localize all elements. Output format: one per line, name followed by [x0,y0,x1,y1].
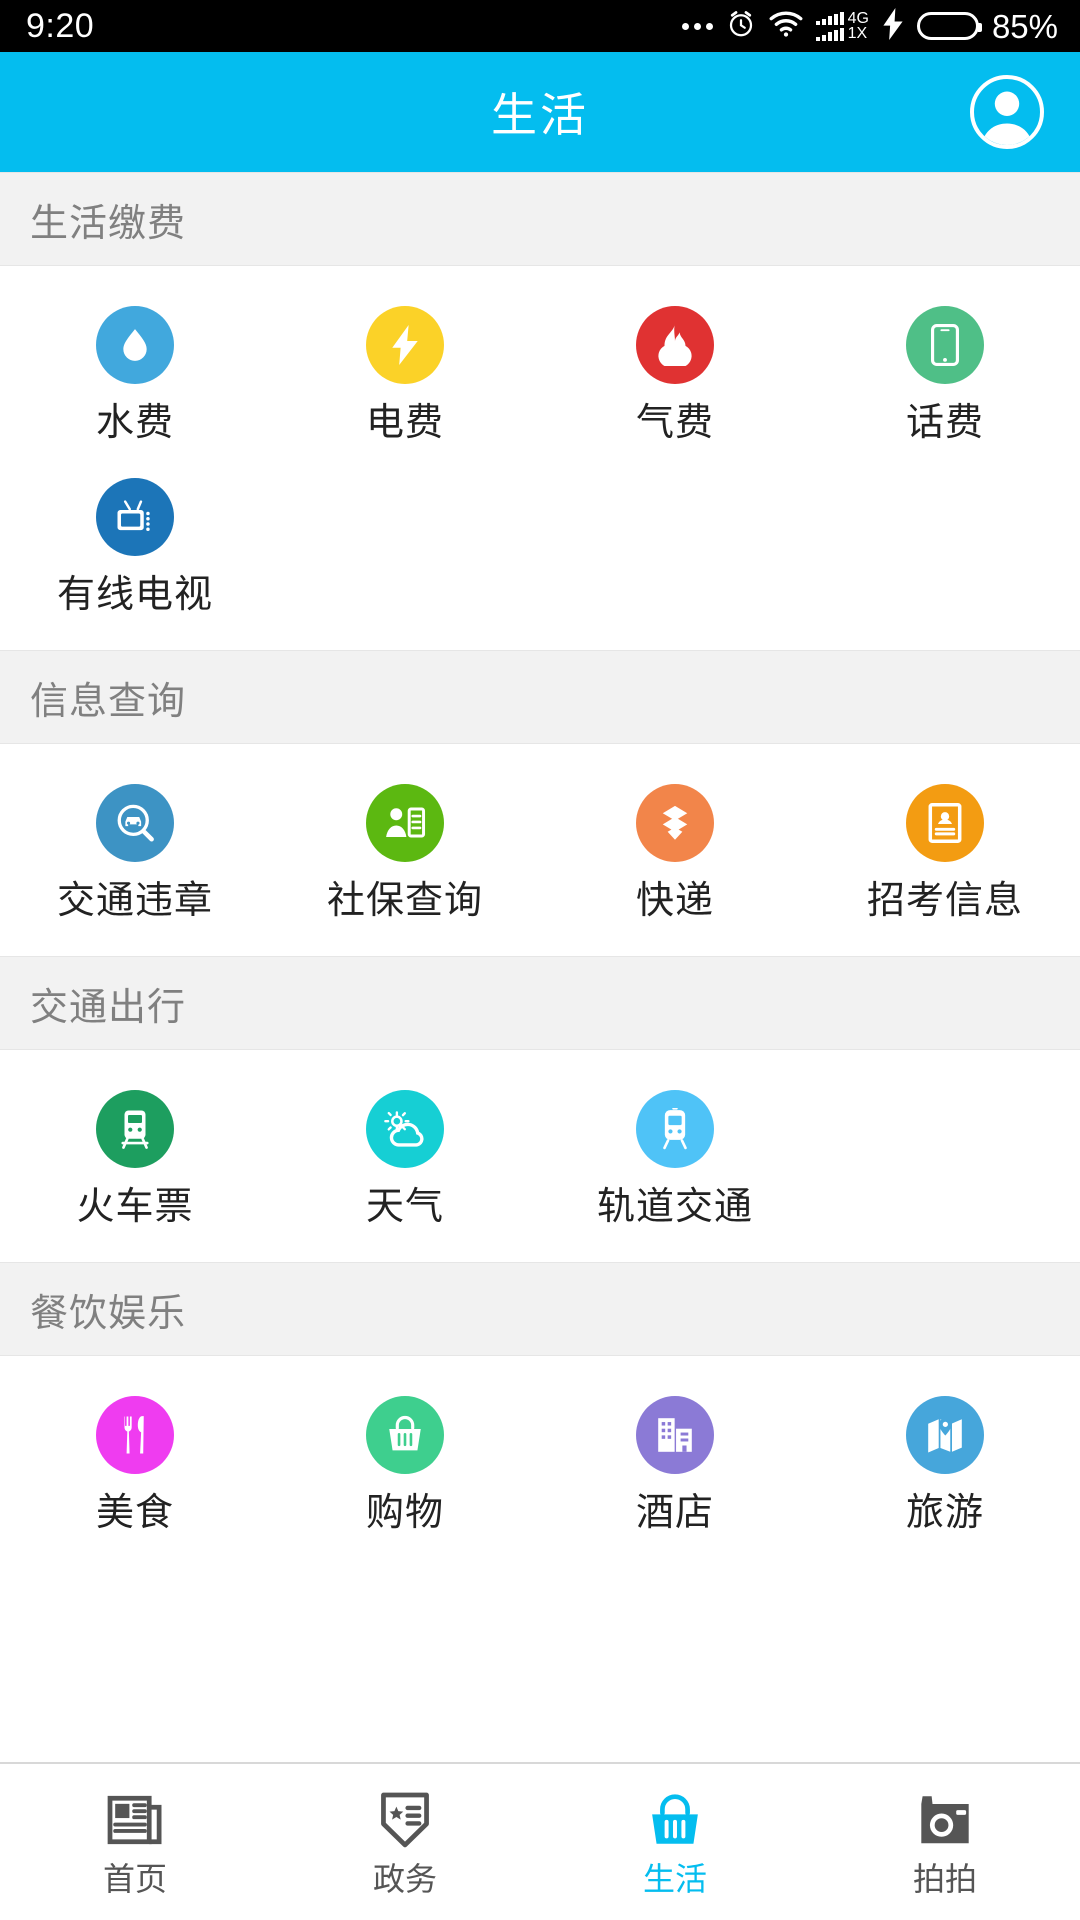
section-header-transport: 交通出行 [0,956,1080,1050]
section-header-information: 信息查询 [0,650,1080,744]
tile-traffic-violation[interactable]: 交通违章 [0,770,270,942]
tab-label: 首页 [102,1861,167,1897]
tile-label: 天气 [365,1186,444,1228]
shield-badge-icon [378,1789,432,1851]
battery-icon [916,12,982,40]
tile-social-security[interactable]: 社保查询 [270,770,540,942]
tile-shopping[interactable]: 购物 [270,1382,540,1554]
shopping-basket-icon [366,1396,444,1474]
tile-train-ticket[interactable]: 火车票 [0,1076,270,1248]
tile-express-delivery[interactable]: 快递 [540,770,810,942]
tile-label: 轨道交通 [596,1186,753,1228]
metro-train-icon [636,1090,714,1168]
lightning-bolt-icon [366,306,444,384]
tab-home[interactable]: 首页 [0,1764,270,1920]
grid-dining: 美食 购物 酒店 旅游 [0,1356,1080,1568]
network-type-secondary: 1X [847,25,868,42]
user-avatar-icon[interactable] [970,75,1044,149]
car-search-icon [96,784,174,862]
section-title: 餐饮娱乐 [30,1292,187,1335]
tab-government[interactable]: 政务 [270,1764,540,1920]
tile-label: 美食 [95,1492,174,1534]
tile-label: 酒店 [635,1492,714,1534]
sun-cloud-icon [366,1090,444,1168]
newspaper-icon [107,1789,163,1851]
section-title: 信息查询 [30,680,187,723]
alarm-clock-icon [726,9,756,44]
tab-label: 生活 [642,1861,707,1897]
battery-percent-label: 85% [991,7,1058,45]
smartphone-icon [906,306,984,384]
tab-photo[interactable]: 拍拍 [810,1764,1080,1920]
grid-information: 交通违章 社保查询 快递 招考信息 [0,744,1080,956]
tile-label: 有线电视 [56,574,213,616]
tile-hotel[interactable]: 酒店 [540,1382,810,1554]
person-card-icon [366,784,444,862]
tile-label: 社保查询 [326,880,483,922]
tile-electricity-bill[interactable]: 电费 [270,292,540,464]
section-title: 生活缴费 [30,202,187,245]
tile-label: 交通违章 [56,880,213,922]
map-pin-icon [906,1396,984,1474]
tile-label: 购物 [365,1492,444,1534]
status-bar: 9:20 4G 1X 85% [0,0,1080,52]
page-title: 生活 [491,89,589,141]
tile-label: 旅游 [905,1492,984,1534]
tile-empty [810,1076,1080,1248]
app-header: 生活 [0,52,1080,172]
tile-label: 气费 [635,402,714,444]
status-time: 9:20 [26,7,95,45]
grid-utilities: 水费 电费 气费 话费 有线电视 [0,266,1080,650]
tab-label: 拍拍 [912,1861,977,1897]
fork-knife-icon [96,1396,174,1474]
network-type-primary: 4G [847,10,869,27]
wifi-icon [769,11,803,42]
basket-icon [647,1789,703,1851]
water-drop-icon [96,306,174,384]
television-icon [96,478,174,556]
tile-weather[interactable]: 天气 [270,1076,540,1248]
section-header-utilities: 生活缴费 [0,172,1080,266]
section-title: 交通出行 [30,986,187,1029]
tab-label: 政务 [372,1861,437,1897]
tile-travel[interactable]: 旅游 [810,1382,1080,1554]
package-box-icon [636,784,714,862]
tile-label: 话费 [905,402,984,444]
camera-icon [917,1789,973,1851]
tile-label: 招考信息 [866,880,1023,922]
tile-water-bill[interactable]: 水费 [0,292,270,464]
section-header-dining: 餐饮娱乐 [0,1262,1080,1356]
tab-life[interactable]: 生活 [540,1764,810,1920]
tile-label: 快递 [635,880,714,922]
signal-bars-icon: 4G 1X [815,10,869,42]
grid-transport: 火车票 天气 轨道交通 [0,1050,1080,1262]
tile-cable-tv[interactable]: 有线电视 [0,464,270,636]
bottom-navigation: 首页 政务 生活 拍拍 [0,1762,1080,1920]
train-icon [96,1090,174,1168]
buildings-icon [636,1396,714,1474]
more-dots-icon [681,22,713,30]
charging-bolt-icon [882,7,904,45]
tile-label: 水费 [95,402,174,444]
tile-exam-information[interactable]: 招考信息 [810,770,1080,942]
tile-label: 火车票 [76,1186,194,1228]
tile-phone-bill[interactable]: 话费 [810,292,1080,464]
flame-icon [636,306,714,384]
tile-metro[interactable]: 轨道交通 [540,1076,810,1248]
tile-label: 电费 [365,402,444,444]
tile-food[interactable]: 美食 [0,1382,270,1554]
id-document-icon [906,784,984,862]
status-icons: 4G 1X 85% [681,7,1058,45]
tile-gas-bill[interactable]: 气费 [540,292,810,464]
